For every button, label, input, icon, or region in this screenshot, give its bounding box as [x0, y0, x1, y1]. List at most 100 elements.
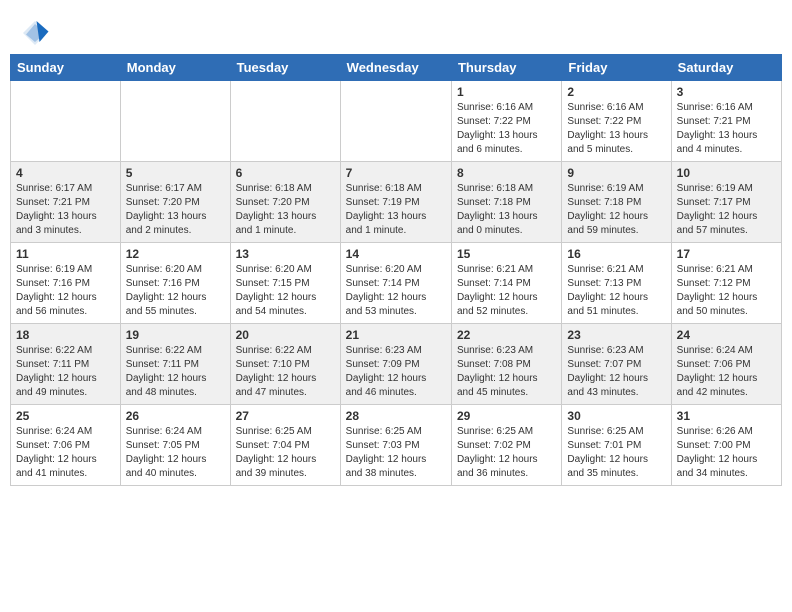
- day-number: 4: [16, 166, 115, 180]
- day-number: 25: [16, 409, 115, 423]
- calendar-day-cell: 17 Sunrise: 6:21 AMSunset: 7:12 PMDayligh…: [671, 243, 781, 324]
- day-number: 19: [126, 328, 225, 342]
- calendar-day-cell: 4 Sunrise: 6:17 AMSunset: 7:21 PMDaylight…: [11, 162, 121, 243]
- page-header: [10, 10, 782, 54]
- day-number: 1: [457, 85, 556, 99]
- calendar-day-cell: 19 Sunrise: 6:22 AMSunset: 7:11 PMDayligh…: [120, 324, 230, 405]
- day-number: 12: [126, 247, 225, 261]
- day-number: 24: [677, 328, 776, 342]
- calendar-day-cell: 7 Sunrise: 6:18 AMSunset: 7:19 PMDaylight…: [340, 162, 451, 243]
- day-info: Sunrise: 6:19 AMSunset: 7:17 PMDaylight:…: [677, 182, 776, 238]
- calendar-day-cell: 20 Sunrise: 6:22 AMSunset: 7:10 PMDayligh…: [230, 324, 340, 405]
- calendar-week-row: 11Sunrise: 6:19 AMSunset: 7:16 PMDayligh…: [11, 243, 782, 324]
- day-number: 21: [346, 328, 446, 342]
- calendar-day-cell: 11Sunrise: 6:19 AMSunset: 7:16 PMDayligh…: [11, 243, 121, 324]
- day-number: 27: [236, 409, 335, 423]
- day-number: 31: [677, 409, 776, 423]
- calendar-day-cell: 6Sunrise: 6:18 AMSunset: 7:20 PMDaylight…: [230, 162, 340, 243]
- day-number: 16: [567, 247, 665, 261]
- day-info: Sunrise: 6:18 AMSunset: 7:20 PMDaylight:…: [236, 182, 335, 238]
- day-number: 14: [346, 247, 446, 261]
- day-info: Sunrise: 6:25 AMSunset: 7:04 PMDaylight:…: [236, 425, 335, 481]
- day-number: 23: [567, 328, 665, 342]
- day-info: Sunrise: 6:16 AMSunset: 7:22 PMDaylight:…: [457, 101, 556, 157]
- calendar-day-cell: 22 Sunrise: 6:23 AMSunset: 7:08 PMDayligh…: [451, 324, 561, 405]
- day-info: Sunrise: 6:21 AMSunset: 7:12 PMDaylight:…: [677, 263, 776, 319]
- calendar-day-cell: 9 Sunrise: 6:19 AMSunset: 7:18 PMDaylight…: [562, 162, 671, 243]
- calendar-day-cell: 27 Sunrise: 6:25 AMSunset: 7:04 PMDayligh…: [230, 405, 340, 486]
- day-number: 20: [236, 328, 335, 342]
- day-info: Sunrise: 6:23 AMSunset: 7:08 PMDaylight:…: [457, 344, 556, 400]
- calendar-day-cell: 23 Sunrise: 6:23 AMSunset: 7:07 PMDayligh…: [562, 324, 671, 405]
- logo: [20, 18, 54, 48]
- day-number: 7: [346, 166, 446, 180]
- calendar-empty-cell: [340, 81, 451, 162]
- day-of-week-header: Monday: [120, 55, 230, 81]
- calendar-day-cell: 21 Sunrise: 6:23 AMSunset: 7:09 PMDayligh…: [340, 324, 451, 405]
- day-info: Sunrise: 6:18 AMSunset: 7:19 PMDaylight:…: [346, 182, 446, 238]
- calendar-week-row: 18 Sunrise: 6:22 AMSunset: 7:11 PMDayligh…: [11, 324, 782, 405]
- calendar-table: SundayMondayTuesdayWednesdayThursdayFrid…: [10, 54, 782, 486]
- day-info: Sunrise: 6:22 AMSunset: 7:11 PMDaylight:…: [16, 344, 115, 400]
- day-number: 17: [677, 247, 776, 261]
- day-number: 18: [16, 328, 115, 342]
- day-info: Sunrise: 6:19 AMSunset: 7:18 PMDaylight:…: [567, 182, 665, 238]
- day-number: 29: [457, 409, 556, 423]
- day-of-week-header: Wednesday: [340, 55, 451, 81]
- day-info: Sunrise: 6:24 AMSunset: 7:06 PMDaylight:…: [16, 425, 115, 481]
- day-info: Sunrise: 6:21 AMSunset: 7:14 PMDaylight:…: [457, 263, 556, 319]
- calendar-day-cell: 16 Sunrise: 6:21 AMSunset: 7:13 PMDayligh…: [562, 243, 671, 324]
- day-info: Sunrise: 6:16 AMSunset: 7:21 PMDaylight:…: [677, 101, 776, 157]
- day-number: 2: [567, 85, 665, 99]
- day-number: 30: [567, 409, 665, 423]
- day-number: 3: [677, 85, 776, 99]
- logo-icon: [20, 18, 50, 48]
- day-info: Sunrise: 6:23 AMSunset: 7:07 PMDaylight:…: [567, 344, 665, 400]
- day-number: 5: [126, 166, 225, 180]
- calendar-empty-cell: [120, 81, 230, 162]
- day-number: 22: [457, 328, 556, 342]
- calendar-day-cell: 14 Sunrise: 6:20 AMSunset: 7:14 PMDayligh…: [340, 243, 451, 324]
- calendar-day-cell: 26Sunrise: 6:24 AMSunset: 7:05 PMDayligh…: [120, 405, 230, 486]
- day-info: Sunrise: 6:24 AMSunset: 7:06 PMDaylight:…: [677, 344, 776, 400]
- day-info: Sunrise: 6:18 AMSunset: 7:18 PMDaylight:…: [457, 182, 556, 238]
- day-number: 8: [457, 166, 556, 180]
- calendar-empty-cell: [11, 81, 121, 162]
- day-of-week-header: Sunday: [11, 55, 121, 81]
- day-info: Sunrise: 6:25 AMSunset: 7:02 PMDaylight:…: [457, 425, 556, 481]
- day-info: Sunrise: 6:23 AMSunset: 7:09 PMDaylight:…: [346, 344, 446, 400]
- day-number: 26: [126, 409, 225, 423]
- day-number: 13: [236, 247, 335, 261]
- day-of-week-header: Tuesday: [230, 55, 340, 81]
- day-number: 9: [567, 166, 665, 180]
- day-of-week-header: Saturday: [671, 55, 781, 81]
- calendar-day-cell: 3 Sunrise: 6:16 AMSunset: 7:21 PMDaylight…: [671, 81, 781, 162]
- day-info: Sunrise: 6:20 AMSunset: 7:16 PMDaylight:…: [126, 263, 225, 319]
- calendar-week-row: 4 Sunrise: 6:17 AMSunset: 7:21 PMDaylight…: [11, 162, 782, 243]
- calendar-empty-cell: [230, 81, 340, 162]
- calendar-day-cell: 13 Sunrise: 6:20 AMSunset: 7:15 PMDayligh…: [230, 243, 340, 324]
- calendar-day-cell: 18 Sunrise: 6:22 AMSunset: 7:11 PMDayligh…: [11, 324, 121, 405]
- day-info: Sunrise: 6:16 AMSunset: 7:22 PMDaylight:…: [567, 101, 665, 157]
- calendar-day-cell: 10 Sunrise: 6:19 AMSunset: 7:17 PMDayligh…: [671, 162, 781, 243]
- day-info: Sunrise: 6:20 AMSunset: 7:14 PMDaylight:…: [346, 263, 446, 319]
- day-of-week-header: Friday: [562, 55, 671, 81]
- day-number: 11: [16, 247, 115, 261]
- calendar-day-cell: 8 Sunrise: 6:18 AMSunset: 7:18 PMDaylight…: [451, 162, 561, 243]
- calendar-week-row: 1 Sunrise: 6:16 AMSunset: 7:22 PMDaylight…: [11, 81, 782, 162]
- calendar-day-cell: 5 Sunrise: 6:17 AMSunset: 7:20 PMDaylight…: [120, 162, 230, 243]
- day-info: Sunrise: 6:26 AMSunset: 7:00 PMDaylight:…: [677, 425, 776, 481]
- day-info: Sunrise: 6:22 AMSunset: 7:11 PMDaylight:…: [126, 344, 225, 400]
- day-info: Sunrise: 6:22 AMSunset: 7:10 PMDaylight:…: [236, 344, 335, 400]
- day-info: Sunrise: 6:21 AMSunset: 7:13 PMDaylight:…: [567, 263, 665, 319]
- day-info: Sunrise: 6:17 AMSunset: 7:21 PMDaylight:…: [16, 182, 115, 238]
- day-number: 10: [677, 166, 776, 180]
- calendar-day-cell: 1 Sunrise: 6:16 AMSunset: 7:22 PMDaylight…: [451, 81, 561, 162]
- day-info: Sunrise: 6:20 AMSunset: 7:15 PMDaylight:…: [236, 263, 335, 319]
- calendar-week-row: 25 Sunrise: 6:24 AMSunset: 7:06 PMDayligh…: [11, 405, 782, 486]
- calendar-day-cell: 30Sunrise: 6:25 AMSunset: 7:01 PMDayligh…: [562, 405, 671, 486]
- day-info: Sunrise: 6:17 AMSunset: 7:20 PMDaylight:…: [126, 182, 225, 238]
- calendar-header-row: SundayMondayTuesdayWednesdayThursdayFrid…: [11, 55, 782, 81]
- day-number: 28: [346, 409, 446, 423]
- day-info: Sunrise: 6:25 AMSunset: 7:03 PMDaylight:…: [346, 425, 446, 481]
